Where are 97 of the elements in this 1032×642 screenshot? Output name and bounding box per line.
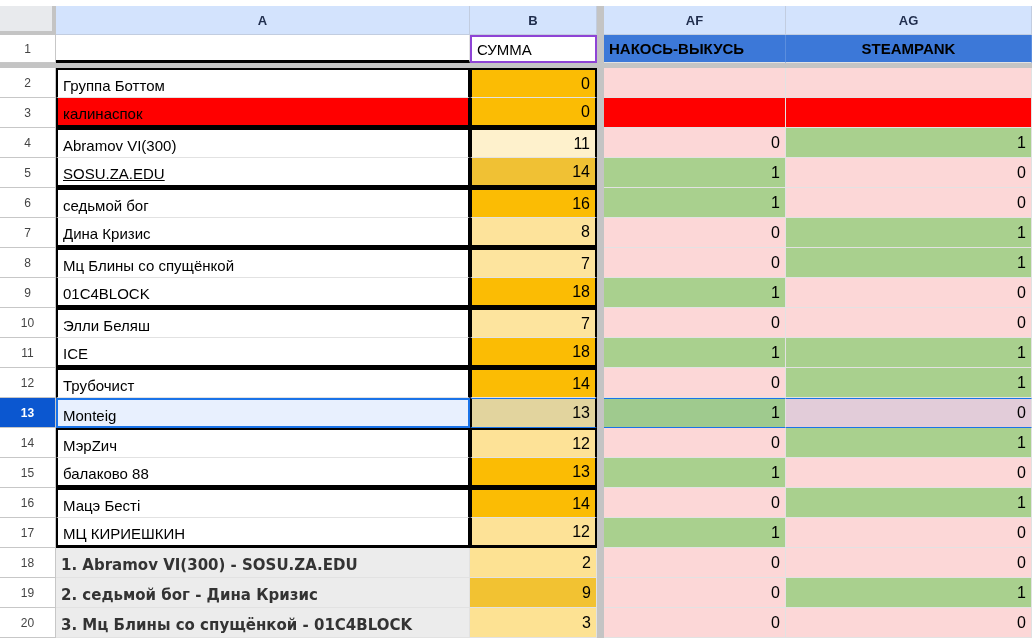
column-title: НАКОСЬ-ВЫКУСЬ (604, 35, 786, 63)
score-cell: 1 (604, 158, 786, 188)
score-cell: 0 (604, 608, 786, 638)
column-header[interactable]: B (470, 6, 597, 35)
team-name-cell: калинаспок (56, 98, 470, 128)
row-number[interactable]: 20 (0, 608, 56, 638)
score-cell: 1 (786, 338, 1032, 368)
team-name-cell: ICE (56, 338, 470, 368)
row-number[interactable]: 14 (0, 428, 56, 458)
score-cell: 1 (604, 398, 786, 428)
score-cell: 1 (604, 188, 786, 218)
team-name-cell: Мацэ Бесті (56, 488, 470, 518)
sum-cell: 7 (470, 248, 597, 278)
sum-cell: 13 (470, 458, 597, 488)
column-header[interactable]: AG (786, 6, 1032, 35)
sum-cell: 12 (470, 428, 597, 458)
team-name-cell: Элли Беляш (56, 308, 470, 338)
row-number[interactable]: 6 (0, 188, 56, 218)
score-cell: 0 (786, 458, 1032, 488)
score-cell: 0 (786, 548, 1032, 578)
score-cell: 0 (604, 428, 786, 458)
score-cell: 1 (786, 488, 1032, 518)
sum-cell: 7 (470, 308, 597, 338)
row-number[interactable]: 1 (0, 35, 56, 63)
sum-cell: 2 (470, 548, 597, 578)
table-cell: СУММА (470, 35, 597, 63)
score-cell: 1 (604, 338, 786, 368)
sum-cell: 16 (470, 188, 597, 218)
sum-cell: 14 (470, 368, 597, 398)
sum-cell: 9 (470, 578, 597, 608)
score-cell: 0 (786, 518, 1032, 548)
score-cell: 0 (786, 398, 1032, 428)
row-number[interactable]: 16 (0, 488, 56, 518)
sum-cell: 11 (470, 128, 597, 158)
row-number[interactable]: 5 (0, 158, 56, 188)
score-cell: 0 (604, 308, 786, 338)
column-header[interactable]: A (56, 6, 470, 35)
sum-cell: 18 (470, 338, 597, 368)
score-cell: 1 (604, 278, 786, 308)
corner-cell (0, 6, 56, 35)
score-cell: 1 (786, 248, 1032, 278)
row-number[interactable]: 2 (0, 68, 56, 98)
score-cell: 0 (786, 308, 1032, 338)
row-number[interactable]: 17 (0, 518, 56, 548)
row-number[interactable]: 12 (0, 368, 56, 398)
team-name-cell: Abramov VI(300) (56, 128, 470, 158)
sum-cell: 8 (470, 218, 597, 248)
score-cell: 1 (786, 578, 1032, 608)
score-cell: 0 (786, 608, 1032, 638)
team-name-cell: балаково 88 (56, 458, 470, 488)
sum-cell: 14 (470, 158, 597, 188)
link-text[interactable]: SOSU.ZA.EDU (63, 165, 165, 182)
row-number[interactable]: 13 (0, 398, 56, 428)
row-number[interactable]: 11 (0, 338, 56, 368)
score-cell: 0 (604, 248, 786, 278)
team-name-cell: Мц Блины со спущёнкой (56, 248, 470, 278)
score-cell: 0 (604, 218, 786, 248)
score-cell: 0 (604, 578, 786, 608)
score-cell: 1 (786, 128, 1032, 158)
summary-cell: 1. Abramov VI(300) - SOSU.ZA.EDU (56, 548, 470, 578)
row-number[interactable]: 7 (0, 218, 56, 248)
column-header[interactable]: AF (604, 6, 786, 35)
summary-cell: 3. Мц Блины со спущёнкой - 01C4BLOCK (56, 608, 470, 638)
sum-cell: 0 (470, 98, 597, 128)
sum-cell: 18 (470, 278, 597, 308)
row-number[interactable]: 4 (0, 128, 56, 158)
sum-cell: 14 (470, 488, 597, 518)
sum-cell: 3 (470, 608, 597, 638)
sum-cell: 0 (470, 68, 597, 98)
row-number[interactable]: 18 (0, 548, 56, 578)
score-cell: 0 (604, 548, 786, 578)
sum-cell: 13 (470, 398, 597, 428)
score-cell: 1 (604, 458, 786, 488)
score-cell: 0 (786, 188, 1032, 218)
row-number[interactable]: 8 (0, 248, 56, 278)
score-cell: 0 (604, 128, 786, 158)
row-number[interactable]: 3 (0, 98, 56, 128)
score-cell: 0 (604, 488, 786, 518)
row-number[interactable]: 19 (0, 578, 56, 608)
row-number[interactable]: 15 (0, 458, 56, 488)
team-name-cell: седьмой бог (56, 188, 470, 218)
team-name-cell: МэрZич (56, 428, 470, 458)
column-title: STEAMPANK (786, 35, 1032, 63)
team-name-cell: 01C4BLOCK (56, 278, 470, 308)
score-cell: 1 (786, 218, 1032, 248)
score-cell: 1 (786, 368, 1032, 398)
row-number[interactable]: 10 (0, 308, 56, 338)
score-cell: 0 (786, 278, 1032, 308)
score-cell: 0 (604, 368, 786, 398)
sum-cell: 12 (470, 518, 597, 548)
score-cell: 1 (786, 428, 1032, 458)
row-number[interactable]: 9 (0, 278, 56, 308)
team-name-cell: Дина Кризис (56, 218, 470, 248)
team-name-cell: Monteig (56, 398, 470, 428)
summary-cell: 2. седьмой бог - Дина Кризис (56, 578, 470, 608)
score-cell: 1 (604, 518, 786, 548)
score-cell: 0 (786, 158, 1032, 188)
